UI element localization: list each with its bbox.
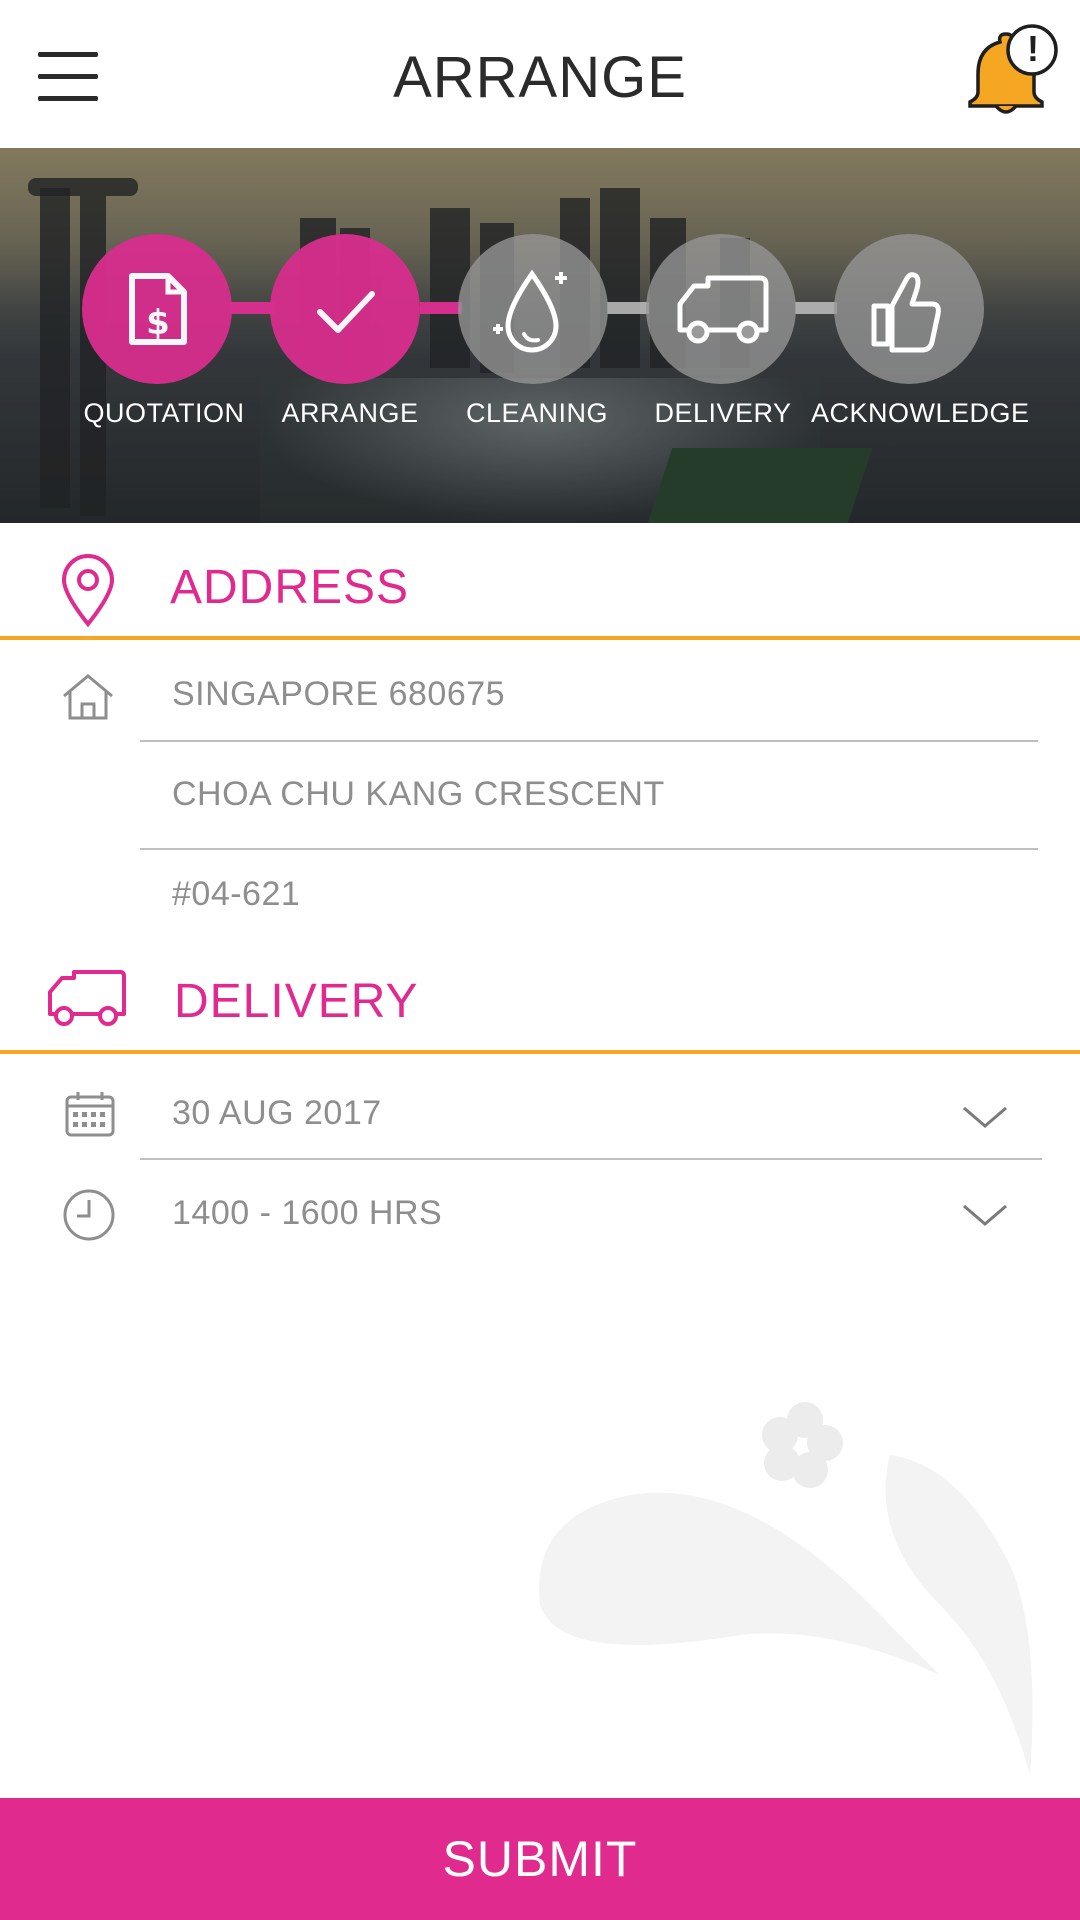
app-header: ARRANGE ! <box>0 0 1080 148</box>
delivery-time-select[interactable]: 1400 - 1600 HRS <box>172 1194 442 1233</box>
step-cleaning[interactable] <box>458 234 608 384</box>
brand-watermark-icon <box>539 1402 1033 1775</box>
calendar-icon <box>65 1092 115 1137</box>
divider <box>140 848 1038 850</box>
step-label-cleaning: CLEANING <box>465 398 609 428</box>
svg-text:$: $ <box>146 303 170 343</box>
quotation-dollar-icon: $ <box>129 273 187 345</box>
delivery-heading: DELIVERY <box>174 975 419 1028</box>
address-postal-field[interactable]: SINGAPORE 680675 <box>172 675 505 714</box>
step-quotation[interactable]: $ <box>82 234 232 384</box>
water-drop-icon <box>493 269 567 353</box>
location-pin-icon <box>61 554 115 628</box>
delivery-section-header: DELIVERY <box>0 944 1080 1054</box>
address-section-header: ADDRESS <box>0 530 1080 640</box>
divider <box>140 740 1038 742</box>
address-unit-field[interactable]: #04-621 <box>172 875 300 914</box>
notification-badge: ! <box>1027 28 1039 69</box>
step-label-acknowledge: ACKNOWLEDGE <box>811 398 1030 428</box>
progress-banner: $ QUOTATION ARRANGE CLEANING DELIVERY AC… <box>0 148 1080 523</box>
step-acknowledge[interactable] <box>834 234 984 384</box>
truck-icon <box>677 275 769 344</box>
chevron-down-icon[interactable] <box>960 1200 1010 1230</box>
submit-button[interactable]: SUBMIT <box>0 1798 1080 1920</box>
clock-icon <box>63 1189 115 1241</box>
notification-button[interactable]: ! <box>960 20 1066 120</box>
thumbs-up-icon <box>871 272 941 353</box>
chevron-down-icon[interactable] <box>960 1102 1010 1132</box>
step-delivery[interactable] <box>646 234 796 384</box>
delivery-date-select[interactable]: 30 AUG 2017 <box>172 1094 382 1133</box>
delivery-truck-icon <box>48 970 126 1026</box>
address-street-field[interactable]: CHOA CHU KANG CRESCENT <box>172 775 665 814</box>
step-label-quotation: QUOTATION <box>83 398 245 428</box>
bell-icon <box>968 24 1058 114</box>
page-title: ARRANGE <box>393 45 687 110</box>
divider <box>140 1158 1042 1160</box>
step-label-arrange: ARRANGE <box>281 398 419 428</box>
home-icon <box>63 674 113 720</box>
checkmark-icon <box>317 291 375 333</box>
step-arrange[interactable] <box>270 234 420 384</box>
address-heading: ADDRESS <box>170 561 410 614</box>
step-label-delivery: DELIVERY <box>654 398 792 428</box>
